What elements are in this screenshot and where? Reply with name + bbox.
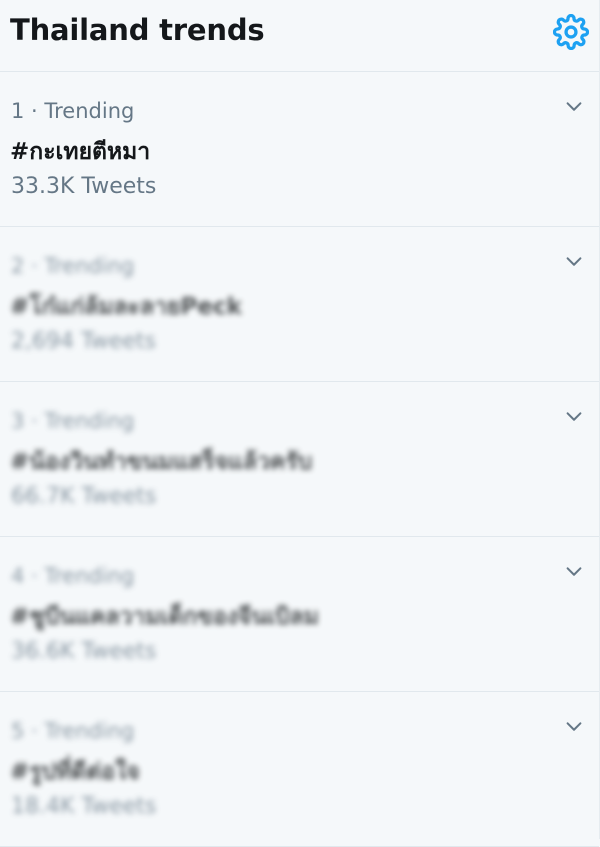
chevron-down-icon[interactable] — [563, 716, 585, 738]
trend-count: 2,694 Tweets — [11, 329, 156, 354]
trends-header: Thailand trends — [0, 0, 599, 72]
gear-icon[interactable] — [553, 14, 589, 50]
chevron-down-icon[interactable] — [563, 96, 585, 118]
chevron-down-icon[interactable] — [563, 251, 585, 273]
trend-item[interactable]: 5 · Trending #รูปที่ดีต่อใจ 18.4K Tweets — [0, 692, 599, 847]
trend-name: #รูปที่ดีต่อใจ — [10, 759, 140, 785]
trend-count: 18.4K Tweets — [11, 794, 157, 819]
trend-item[interactable]: 1 · Trending #กะเทยตีหมา 33.3K Tweets — [0, 72, 599, 227]
trends-panel: Thailand trends 1 · Trending #กะเทยตีหมา… — [0, 0, 600, 847]
trend-meta: 3 · Trending — [11, 409, 135, 433]
chevron-down-icon[interactable] — [563, 561, 585, 583]
trend-meta: 4 · Trending — [11, 564, 135, 588]
chevron-down-icon[interactable] — [563, 406, 585, 428]
trend-item[interactable]: 2 · Trending #โก๋แก่ล้มละลายPeck 2,694 T… — [0, 227, 599, 382]
trend-meta: 2 · Trending — [11, 254, 135, 278]
trend-name: #กะเทยตีหมา — [10, 139, 151, 165]
trend-count: 36.6K Tweets — [11, 639, 157, 664]
trend-meta: 5 · Trending — [11, 719, 135, 743]
trend-name: #น้องวินทำขนมแสร็จแล้วครับ — [10, 449, 313, 475]
trends-list: 1 · Trending #กะเทยตีหมา 33.3K Tweets 2 … — [0, 72, 599, 847]
trends-title: Thailand trends — [10, 13, 265, 47]
trend-name: #โก๋แก่ล้มละลายPeck — [10, 294, 242, 320]
trend-meta: 1 · Trending — [11, 99, 135, 123]
trend-count: 33.3K Tweets — [11, 174, 157, 199]
trend-count: 66.7K Tweets — [11, 484, 157, 509]
trend-item[interactable]: 3 · Trending #น้องวินทำขนมแสร็จแล้วครับ … — [0, 382, 599, 537]
trend-item[interactable]: 4 · Trending #ชูบีนแคลวามเด็กของจีนเบิลม… — [0, 537, 599, 692]
trend-name: #ชูบีนแคลวามเด็กของจีนเบิลม — [10, 604, 319, 630]
